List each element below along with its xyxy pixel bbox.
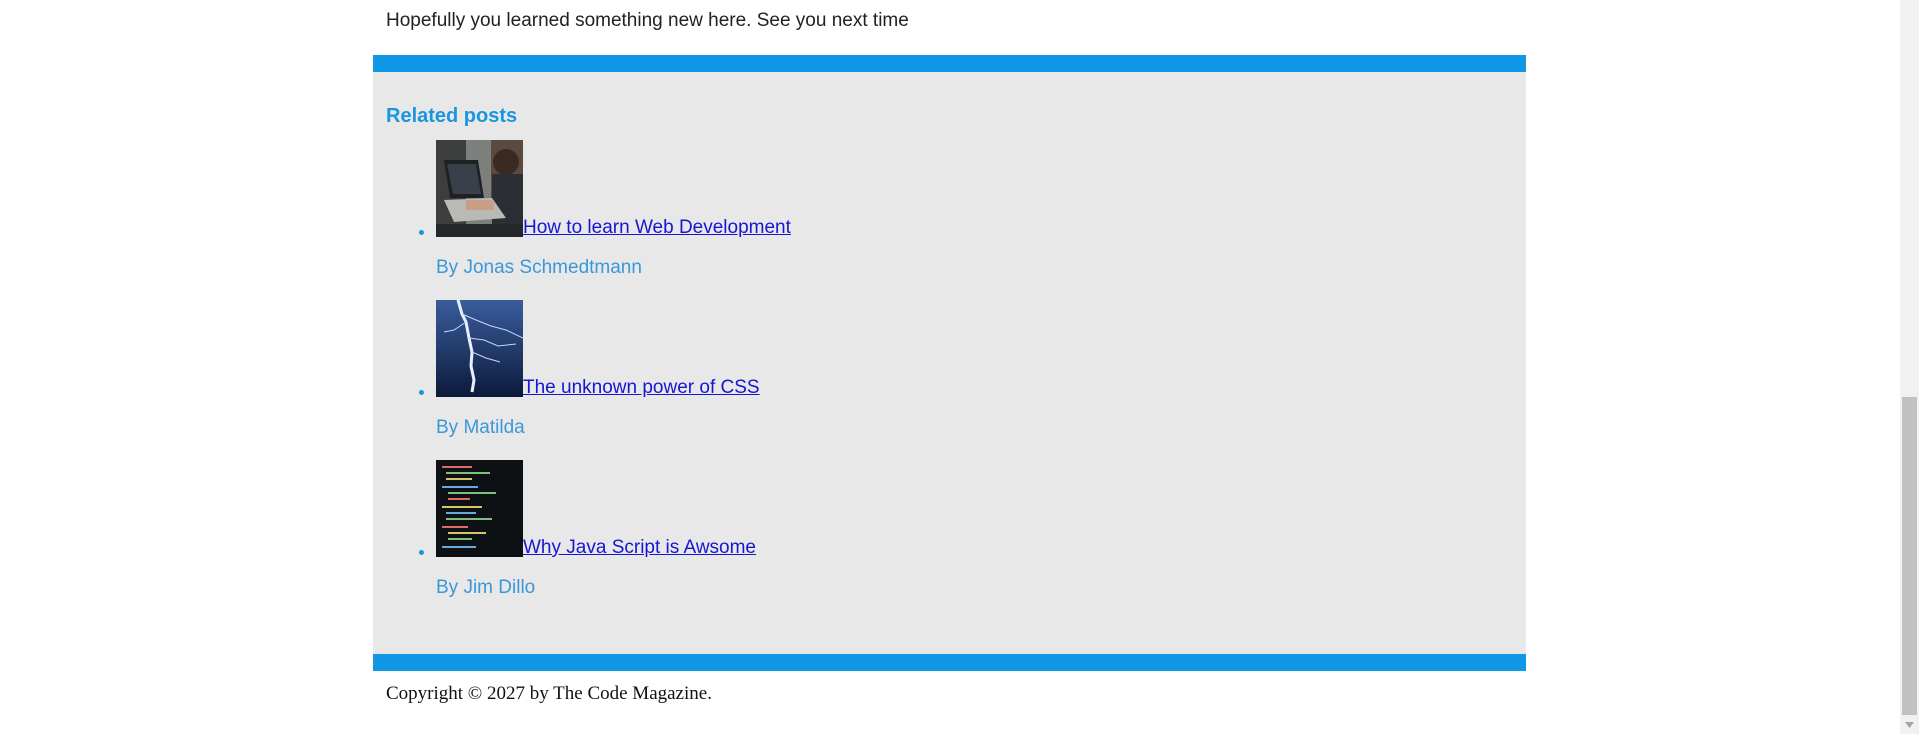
scroll-down-arrow-icon[interactable] xyxy=(1900,718,1919,732)
related-posts-section: Related posts • How to learn Web Develop… xyxy=(373,55,1526,671)
related-posts-heading: Related posts xyxy=(386,105,518,127)
related-post-item: The unknown power of CSS By Matilda xyxy=(436,300,1513,439)
article-closing-text: Hopefully you learned something new here… xyxy=(386,10,909,31)
page-footer: Copyright © 2027 by The Code Magazine. xyxy=(373,671,1526,705)
scrollbar-thumb[interactable] xyxy=(1902,397,1917,715)
related-post-link[interactable]: Why Java Script is Awsome xyxy=(523,538,756,557)
page-content: Hopefully you learned something new here… xyxy=(373,0,1526,705)
person-with-laptop-image xyxy=(436,140,523,237)
related-post-link[interactable]: The unknown power of CSS xyxy=(523,378,760,397)
browser-viewport: Hopefully you learned something new here… xyxy=(0,0,1919,734)
related-post-author: By Jim Dillo xyxy=(436,577,536,598)
lightning-image xyxy=(436,300,523,397)
related-post-item: Why Java Script is Awsome By Jim Dillo xyxy=(436,460,1513,599)
related-post-author: By Matilda xyxy=(436,417,525,438)
vertical-scrollbar[interactable] xyxy=(1900,0,1919,734)
related-post-author: By Jonas Schmedtmann xyxy=(436,257,642,278)
code-screen-image xyxy=(436,460,523,557)
related-post-item: How to learn Web Development By Jonas Sc… xyxy=(436,140,1513,279)
related-post-link[interactable]: How to learn Web Development xyxy=(523,218,791,237)
related-posts-list: How to learn Web Development By Jonas Sc… xyxy=(386,140,1513,599)
copyright-text: Copyright © 2027 by The Code Magazine. xyxy=(386,683,712,704)
